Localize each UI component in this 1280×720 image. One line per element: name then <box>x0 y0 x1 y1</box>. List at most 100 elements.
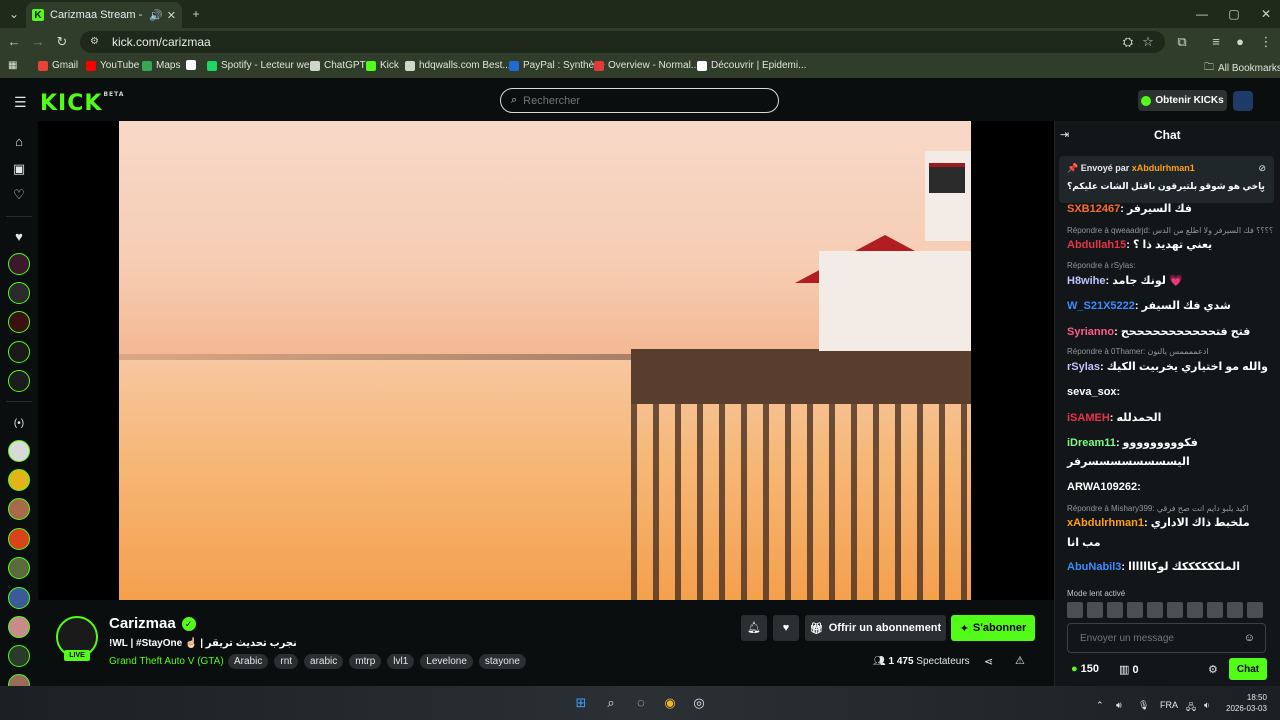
followed-channel-avatar[interactable] <box>8 341 30 363</box>
bookmark-item[interactable]: Spotify - Lecteur we... <box>207 60 318 71</box>
chat-username[interactable]: xAbdulrhman1 <box>1067 517 1144 529</box>
chrome-taskbar-icon[interactable]: ◉ <box>662 695 678 711</box>
chat-message[interactable]: ARWA109262: <box>1067 481 1141 493</box>
bookmark-item[interactable]: Overview - Normal... <box>594 60 699 71</box>
chat-username[interactable]: rSylas <box>1067 361 1100 373</box>
windows-start-icon[interactable]: ⊞ <box>573 695 589 711</box>
gift-subscription-button[interactable]: 🎁︎ Offrir un abonnement <box>805 615 946 641</box>
back-icon[interactable]: ← <box>6 34 22 49</box>
chat-message[interactable]: W_S21X5222: شدي فك السيفر <box>1067 299 1231 312</box>
chat-username[interactable]: SXB12467 <box>1067 203 1120 215</box>
emote[interactable] <box>1147 602 1163 618</box>
steam-taskbar-icon[interactable]: ◎ <box>691 695 707 711</box>
volume-icon[interactable]: 🔊︎ <box>1116 700 1122 711</box>
get-kicks-button[interactable]: Obtenir KICKs <box>1138 90 1227 111</box>
audio-playing-icon[interactable]: 🔊 <box>149 9 163 22</box>
stream-tag[interactable]: Arabic <box>228 654 269 669</box>
chat-message[interactable]: iSAMEH: الحمدلله <box>1067 411 1161 424</box>
followed-channel-avatar[interactable] <box>8 370 30 392</box>
share-icon[interactable]: ⋖ <box>984 655 993 668</box>
system-clock[interactable]: 18:50 2026-03-03 <box>1226 692 1267 714</box>
chat-username[interactable]: iSAMEH <box>1067 412 1110 424</box>
stream-tag[interactable]: rnt <box>274 654 299 669</box>
show-hidden-icons-icon[interactable]: ⌃ <box>1096 700 1104 711</box>
emote[interactable] <box>1227 602 1243 618</box>
recommended-channel-avatar[interactable] <box>8 528 30 550</box>
browser-menu-icon[interactable]: ⋮ <box>1258 34 1274 50</box>
collapse-chat-icon[interactable]: ⇥ <box>1060 128 1069 141</box>
chat-username[interactable]: iDream11 <box>1067 437 1116 449</box>
chat-reply-context[interactable]: Répondre à rSylas: <box>1067 261 1135 270</box>
chat-message[interactable]: AbuNabil3: الملككككككك لوكاااااا <box>1067 560 1240 573</box>
stream-tag[interactable]: arabic <box>304 654 344 669</box>
chat-message[interactable]: H8wihe: لونك جامد 💗 <box>1067 274 1183 287</box>
recommended-channel-avatar[interactable] <box>8 498 30 520</box>
recommended-channel-avatar[interactable] <box>8 557 30 579</box>
chat-username[interactable]: H8wihe <box>1067 275 1106 287</box>
home-icon[interactable]: ⌂ <box>10 133 28 151</box>
network-icon[interactable]: 🖧︎ <box>1186 700 1196 716</box>
apps-grid-icon[interactable]: ▦ <box>8 60 17 71</box>
input-language[interactable]: FRA <box>1160 700 1178 710</box>
microphone-icon[interactable]: 🎙︎ <box>1138 700 1149 711</box>
bookmark-item[interactable] <box>186 60 200 70</box>
emote[interactable] <box>1167 602 1183 618</box>
chat-reply-context[interactable]: Répondre à 0Thamer: ادعممممس يالنون <box>1067 347 1209 356</box>
stream-tag[interactable]: Levelone <box>420 654 473 669</box>
chat-username[interactable]: AbuNabil3 <box>1067 561 1121 573</box>
chat-message[interactable]: Syrianno: فتح فتحححححححححححح <box>1067 325 1250 338</box>
emote[interactable] <box>1087 602 1103 618</box>
search-input[interactable] <box>523 94 744 107</box>
channel-name[interactable]: Carizmaa <box>109 615 176 632</box>
chat-username[interactable]: Syrianno <box>1067 326 1114 338</box>
bookmark-item[interactable]: Découvrir | Epidemi... <box>697 60 806 71</box>
emote[interactable] <box>1107 602 1123 618</box>
follow-heart-button[interactable]: ♥ <box>773 615 799 641</box>
report-warning-icon[interactable]: ⚠ <box>1015 654 1025 667</box>
stream-tag[interactable]: lvl1 <box>387 654 415 669</box>
close-window-icon[interactable]: ✕ <box>1256 7 1276 21</box>
media-controls-icon[interactable]: ≡ <box>1208 34 1224 49</box>
translate-icon[interactable]: ⛭ <box>1120 34 1136 50</box>
chat-username[interactable]: ARWA109262 <box>1067 481 1137 493</box>
followed-channel-avatar[interactable] <box>8 253 30 275</box>
recommended-channel-avatar[interactable] <box>8 645 30 667</box>
stream-category[interactable]: Grand Theft Auto V (GTA) <box>109 656 224 667</box>
bookmark-item[interactable]: hdqwalls.com Best... <box>405 60 511 71</box>
chat-message[interactable]: Abdullah15: يعني تهديد ذا ؟ <box>1067 238 1212 251</box>
bookmark-item[interactable]: Gmail <box>38 60 78 71</box>
speaker-icon[interactable]: 🔉︎ <box>1204 700 1210 711</box>
subscribe-button[interactable]: ✦ S'abonner <box>951 615 1035 641</box>
taskbar-search-icon[interactable]: ⌕ <box>603 695 619 711</box>
recommended-channel-avatar[interactable] <box>8 440 30 462</box>
chat-message[interactable]: iDream11: فكووووووووو <box>1067 436 1198 449</box>
close-tab-icon[interactable]: ✕ <box>167 9 176 22</box>
bookmark-item[interactable]: ChatGPT <box>310 60 366 71</box>
followed-channel-avatar[interactable] <box>8 311 30 333</box>
chat-reply-context[interactable]: Répondre à qweaadrjd: ؟؟؟؟ فك السيرفر ول… <box>1067 226 1273 235</box>
stream-tag[interactable]: stayone <box>478 654 526 669</box>
stream-tag[interactable]: mtrp <box>349 654 382 669</box>
maximize-icon[interactable]: ▢ <box>1224 7 1244 21</box>
unpin-icon[interactable]: ⊘ <box>1258 163 1266 174</box>
user-avatar[interactable] <box>1233 91 1253 111</box>
tab-search-chevron-icon[interactable]: ⌄ <box>4 7 24 21</box>
emote[interactable] <box>1127 602 1143 618</box>
bookmark-item[interactable]: Kick <box>366 60 399 71</box>
notification-bell-button[interactable]: 🔔︎ <box>741 615 767 641</box>
chat-message[interactable]: مب انا <box>1067 536 1101 549</box>
bookmark-item[interactable]: YouTube <box>86 60 139 71</box>
url-omnibox[interactable]: ⚙ kick.com/carizmaa <box>80 31 1165 53</box>
emote[interactable] <box>1247 602 1263 618</box>
recommended-channel-avatar[interactable] <box>8 616 30 638</box>
chat-input-box[interactable]: ☺ <box>1067 623 1266 653</box>
chat-message[interactable]: SXB12467: فك السيرفر <box>1067 202 1192 215</box>
stream-video-frame[interactable] <box>119 121 971 600</box>
hamburger-menu-icon[interactable]: ☰ <box>14 94 27 111</box>
chat-username[interactable]: W_S21X5222 <box>1067 300 1135 312</box>
bookmark-item[interactable]: Maps <box>142 60 180 71</box>
reload-icon[interactable]: ↻ <box>54 34 70 50</box>
recommended-channel-avatar[interactable] <box>8 469 30 491</box>
browser-tab[interactable]: K Carizmaa Stream - Watch L 🔊 ✕ <box>26 2 182 28</box>
forward-icon[interactable]: → <box>30 34 46 49</box>
